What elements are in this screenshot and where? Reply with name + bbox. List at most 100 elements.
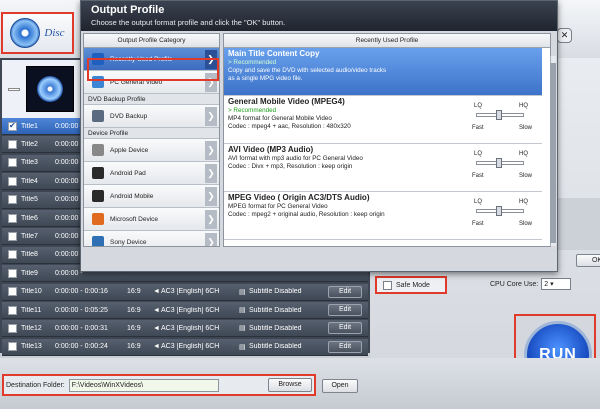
destination-folder-input[interactable]: F:\Videos\WinXVideos\ — [68, 378, 219, 392]
title-aspect: 16:9 — [127, 343, 141, 351]
title-duration: 0:00:00 - 0:00:16 — [55, 288, 108, 296]
slider-knob[interactable] — [496, 110, 502, 120]
chevron-right-icon: ❯ — [205, 107, 217, 126]
category-label: Apple Device — [110, 146, 149, 154]
safe-mode-option[interactable]: Safe Mode — [375, 276, 447, 294]
audio-track[interactable]: AC3 [English] 6CH — [161, 288, 239, 295]
profile-item[interactable]: General Mobile Video (MPEG4) > Recommende… — [224, 96, 542, 144]
title-row[interactable]: Title11 0:00:00 - 0:05:25 16:9 ◄ AC3 [Englis… — [2, 302, 368, 319]
scrollbar-thumb[interactable] — [550, 63, 556, 243]
title-checkbox[interactable] — [8, 213, 17, 223]
hq-label: HQ — [519, 199, 528, 205]
title-checkbox[interactable] — [8, 121, 17, 131]
category-icon — [92, 236, 104, 246]
edit-button[interactable]: Edit — [328, 340, 362, 353]
collapse-icon[interactable] — [8, 87, 20, 91]
cpu-core-select[interactable]: 2 ▾ — [541, 278, 572, 290]
category-item[interactable]: Sony Device ❯ — [84, 231, 219, 246]
title-checkbox[interactable] — [8, 158, 17, 168]
speaker-icon: ◄ — [153, 324, 160, 332]
output-profile-dialog: Output Profile Choose the output format … — [80, 0, 600, 272]
close-icon[interactable]: ✕ — [557, 28, 572, 43]
title-checkbox[interactable] — [8, 139, 17, 149]
subtitle-track[interactable]: Subtitle Disabled — [249, 307, 309, 314]
title-checkbox[interactable] — [8, 268, 17, 278]
edit-button[interactable]: Edit — [328, 322, 362, 335]
hq-label: HQ — [519, 103, 528, 109]
title-duration: 0:00:00 - 0:00:31 — [55, 324, 108, 332]
quality-slider[interactable]: LQ HQ Fast Slow — [466, 150, 536, 186]
title-aspect: 16:9 — [127, 288, 141, 296]
category-item[interactable]: Android Mobile ❯ — [84, 185, 219, 208]
dvd-disc-icon — [10, 18, 41, 48]
category-label: Microsoft Device — [110, 215, 159, 223]
title-name: Title5 — [21, 196, 38, 204]
subtitle-icon: ▤ — [239, 325, 246, 333]
edit-button[interactable]: Edit — [328, 304, 362, 316]
speaker-icon: ◄ — [153, 306, 160, 314]
lq-label: LQ — [474, 199, 483, 205]
audio-track[interactable]: AC3 [English] 6CH — [161, 325, 239, 332]
destination-folder-label: Destination Folder: — [6, 381, 65, 389]
subtitle-track[interactable]: Subtitle Disabled — [249, 325, 309, 332]
title-checkbox[interactable] — [8, 176, 17, 186]
title-checkbox[interactable] — [8, 231, 17, 241]
chevron-right-icon: ❯ — [205, 187, 217, 206]
title-name: Title12 — [21, 324, 42, 332]
title-row[interactable]: Title13 0:00:00 - 0:00:24 16:9 ◄ AC3 [Englis… — [2, 338, 368, 356]
category-item[interactable]: Microsoft Device ❯ — [84, 208, 219, 231]
category-item[interactable]: Android Pad ❯ — [84, 162, 219, 185]
title-name: Title3 — [21, 159, 38, 167]
edit-button[interactable]: Edit — [328, 285, 362, 298]
subtitle-track[interactable]: Subtitle Disabled — [249, 343, 309, 350]
title-aspect: 16:9 — [127, 306, 141, 314]
title-checkbox[interactable] — [8, 323, 17, 333]
profile-item[interactable]: Main Title Content Copy > Recommended Copy… — [224, 48, 542, 96]
quality-slider[interactable]: LQ HQ Fast Slow — [466, 198, 536, 234]
title-name: Title10 — [21, 288, 42, 296]
dialog-header: Output Profile Choose the output format … — [81, 1, 557, 31]
slider-knob[interactable] — [496, 158, 502, 168]
title-checkbox[interactable] — [8, 195, 17, 205]
safe-mode-checkbox[interactable] — [383, 280, 392, 290]
title-name: Title11 — [21, 306, 42, 314]
profile-header: Recently Used Profile — [224, 34, 550, 48]
category-icon — [92, 190, 104, 202]
audio-track[interactable]: AC3 [English] 6CH — [161, 307, 239, 314]
ok-button[interactable]: OK — [576, 254, 600, 267]
category-icon — [92, 167, 104, 179]
load-disc-button[interactable]: Disc — [1, 12, 74, 54]
lq-label: LQ — [474, 151, 483, 157]
category-item[interactable]: Apple Device ❯ — [84, 139, 219, 162]
slider-knob[interactable] — [496, 206, 502, 216]
subtitle-track[interactable]: Subtitle Disabled — [249, 288, 309, 295]
title-checkbox[interactable] — [8, 287, 17, 297]
profile-name: Main Title Content Copy — [228, 49, 320, 58]
disc-button-label: Disc — [44, 27, 65, 39]
disc-thumbnail — [26, 66, 74, 112]
title-row[interactable]: Title12 0:00:00 - 0:00:31 16:9 ◄ AC3 [Englis… — [2, 320, 368, 338]
category-item[interactable]: DVD Backup ❯ — [84, 105, 219, 128]
profile-item[interactable]: AVI Video (MP3 Audio) AVI format with mp3… — [224, 144, 542, 192]
title-checkbox[interactable] — [8, 342, 17, 352]
title-checkbox[interactable] — [8, 305, 17, 315]
category-label: Android Mobile — [110, 192, 154, 200]
fast-label: Fast — [472, 221, 484, 227]
title-checkbox[interactable] — [8, 250, 17, 260]
preview-controls — [555, 198, 600, 250]
chevron-right-icon: ❯ — [205, 164, 217, 183]
browse-button[interactable]: Browse — [268, 378, 312, 392]
category-icon — [92, 213, 104, 225]
audio-track[interactable]: AC3 [English] 6CH — [161, 343, 239, 350]
cpu-core-value: 2 — [544, 281, 549, 288]
cpu-core-control: CPU Core Use: 2 ▾ — [490, 278, 572, 290]
slow-label: Slow — [518, 221, 532, 227]
title-row[interactable]: Title10 0:00:00 - 0:00:16 16:9 ◄ AC3 [Englis… — [2, 283, 368, 301]
profile-item[interactable]: MPEG Video ( Origin AC3/DTS Audio) MPEG f… — [224, 192, 542, 240]
open-button[interactable]: Open — [322, 379, 358, 393]
title-name: Title7 — [21, 232, 38, 240]
profile-codec: as a single MPG video file. — [228, 75, 303, 82]
speaker-icon: ◄ — [153, 343, 160, 351]
quality-slider[interactable]: LQ HQ Fast Slow — [466, 102, 536, 138]
dialog-subtitle: Choose the output format profile and cli… — [91, 18, 286, 27]
